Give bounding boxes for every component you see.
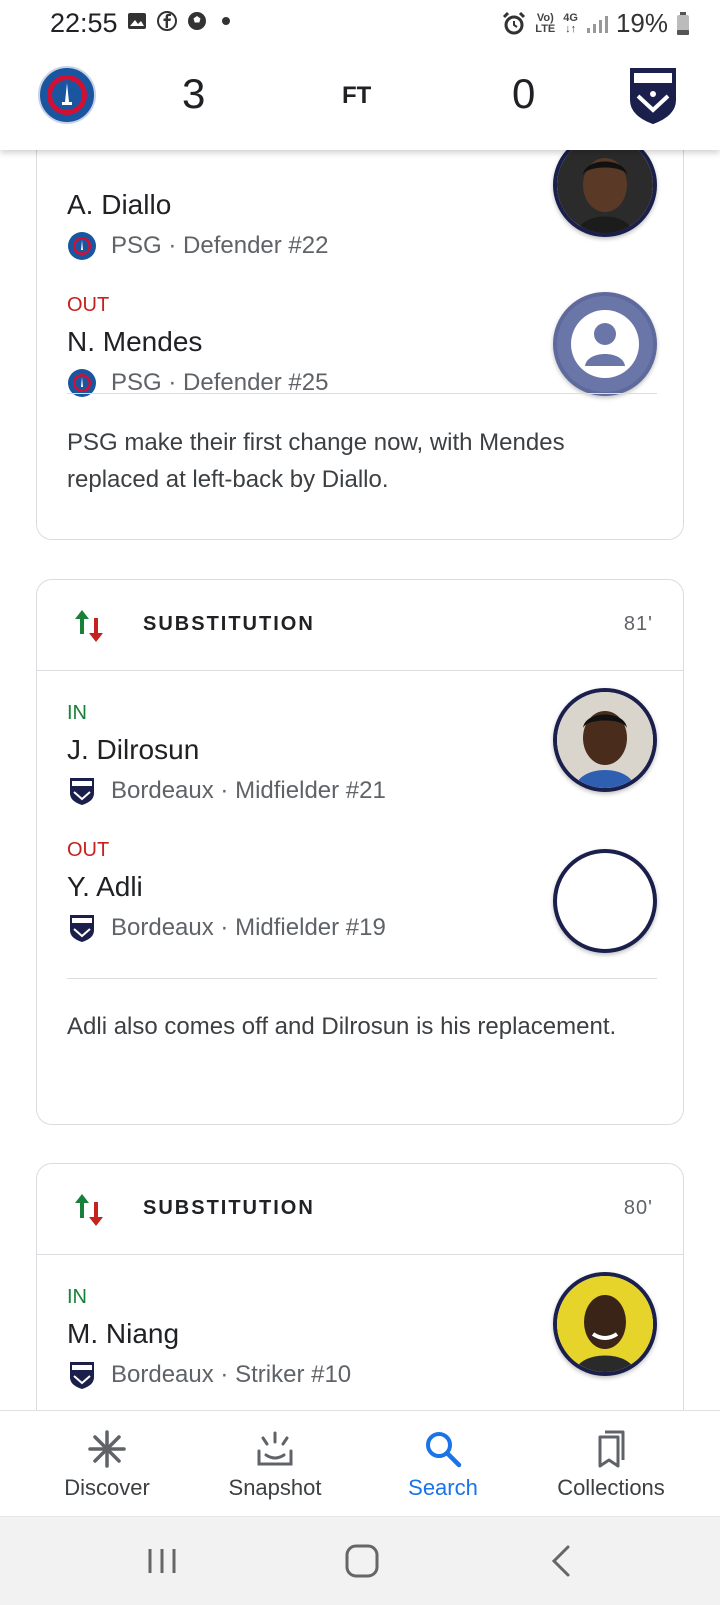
psg-crest-icon[interactable]	[38, 66, 96, 124]
bordeaux-crest-icon	[70, 1362, 94, 1389]
player-meta: Bordeaux · Midfielder #19	[67, 913, 386, 943]
player-photo	[553, 150, 657, 237]
player-name: A. Diallo	[67, 189, 172, 220]
player-meta: PSG · Defender #22	[67, 231, 328, 261]
player-photo	[553, 688, 657, 792]
event-minute: 80'	[623, 1197, 653, 1219]
nav-label: Discover	[64, 1475, 150, 1500]
status-right: Vo) LTE 4G ↓↑ 19%	[501, 8, 690, 39]
nav-collections[interactable]: Collections	[526, 1411, 696, 1517]
player-meta: Bordeaux · Striker #10	[67, 1360, 351, 1390]
soccer-ball-notification-icon	[188, 12, 206, 30]
bordeaux-crest-icon	[70, 778, 94, 805]
nav-label: Collections	[557, 1475, 665, 1500]
asterisk-icon	[88, 1430, 126, 1468]
player-name: M. Niang	[67, 1318, 180, 1349]
player-out-row[interactable]: OUT Y. Adli Bordeaux · Midfielder #19	[67, 839, 657, 959]
facebook-notification-icon	[157, 11, 177, 31]
event-card-substitution: A. Diallo PSG · Defender #22 OUT N. Mend…	[36, 150, 684, 540]
match-status: FT	[342, 82, 372, 109]
nav-label: Snapshot	[228, 1475, 322, 1500]
player-in-row[interactable]: IN J. Dilrosun Bordeaux · Midfielder #21	[67, 688, 657, 822]
nav-discover[interactable]: Discover	[22, 1411, 192, 1517]
nav-snapshot[interactable]: Snapshot	[190, 1411, 360, 1517]
away-score: 0	[512, 70, 536, 117]
in-tag: IN	[67, 702, 87, 724]
nav-search[interactable]: Search	[358, 1411, 528, 1517]
event-type: SUBSTITUTION	[143, 613, 315, 635]
snapshot-icon	[257, 1431, 293, 1466]
event-commentary: Adli also comes off and Dilrosun is his …	[67, 1013, 617, 1040]
event-commentary: PSG make their first change now, with Me…	[67, 429, 565, 493]
search-icon	[426, 1432, 462, 1468]
player-in-row[interactable]: IN M. Niang Bordeaux · Striker #10	[67, 1272, 657, 1406]
home-icon[interactable]	[342, 1543, 382, 1579]
recent-apps-icon[interactable]	[142, 1543, 182, 1579]
bottom-navigation: Discover Snapshot Search Collections	[0, 1410, 720, 1516]
event-header: SUBSTITUTION 81'	[37, 580, 683, 671]
volte-indicator: Vo) LTE	[535, 11, 556, 35]
network-4g-indicator: 4G ↓↑	[563, 11, 578, 35]
gallery-notification-icon	[128, 13, 146, 29]
substitution-arrows-icon	[75, 610, 103, 642]
bookmarks-icon	[598, 1430, 625, 1468]
player-out-row[interactable]: OUT N. Mendes PSG · Defender #25	[67, 292, 657, 414]
score-header[interactable]: 3 FT 0	[0, 46, 720, 150]
status-bar: 22:55 Vo) LTE 4G ↓↑ 19%	[0, 0, 720, 46]
battery-icon	[677, 11, 689, 35]
out-tag: OUT	[67, 839, 110, 861]
event-header: SUBSTITUTION 80'	[37, 1164, 683, 1255]
in-tag: IN	[67, 1286, 87, 1308]
event-card-substitution: SUBSTITUTION 80' IN M. Niang Bordeaux · …	[36, 1163, 684, 1410]
signal-icon	[586, 15, 608, 33]
player-name: N. Mendes	[67, 326, 203, 357]
nav-label: Search	[408, 1475, 478, 1500]
system-navigation-bar	[0, 1516, 720, 1605]
player-name: Y. Adli	[67, 871, 143, 902]
default-avatar-icon	[553, 292, 657, 396]
bordeaux-crest-icon[interactable]	[628, 66, 678, 124]
card-divider	[67, 393, 657, 394]
player-meta: Bordeaux · Midfielder #21	[67, 776, 386, 806]
player-in-row[interactable]: A. Diallo PSG · Defender #22	[67, 150, 657, 277]
substitution-arrows-icon	[75, 1194, 103, 1226]
match-events-feed[interactable]: A. Diallo PSG · Defender #22 OUT N. Mend…	[0, 150, 720, 1410]
alarm-icon	[503, 11, 526, 34]
player-photo-empty	[553, 849, 657, 953]
back-icon[interactable]	[544, 1543, 584, 1579]
out-tag: OUT	[67, 294, 110, 316]
event-card-substitution: SUBSTITUTION 81' IN J. Dilrosun Bordeaux…	[36, 579, 684, 1125]
bordeaux-crest-icon	[70, 915, 94, 942]
event-type: SUBSTITUTION	[143, 1197, 315, 1219]
home-score: 3	[182, 70, 206, 117]
psg-crest-icon	[68, 232, 96, 260]
status-time: 22:55	[50, 8, 118, 38]
battery-percent: 19%	[615, 8, 668, 38]
player-photo	[553, 1272, 657, 1376]
player-name: J. Dilrosun	[67, 734, 200, 765]
event-minute: 81'	[623, 613, 653, 635]
more-notifications-dot	[222, 17, 230, 25]
card-divider	[67, 978, 657, 979]
notification-icons	[126, 10, 230, 32]
